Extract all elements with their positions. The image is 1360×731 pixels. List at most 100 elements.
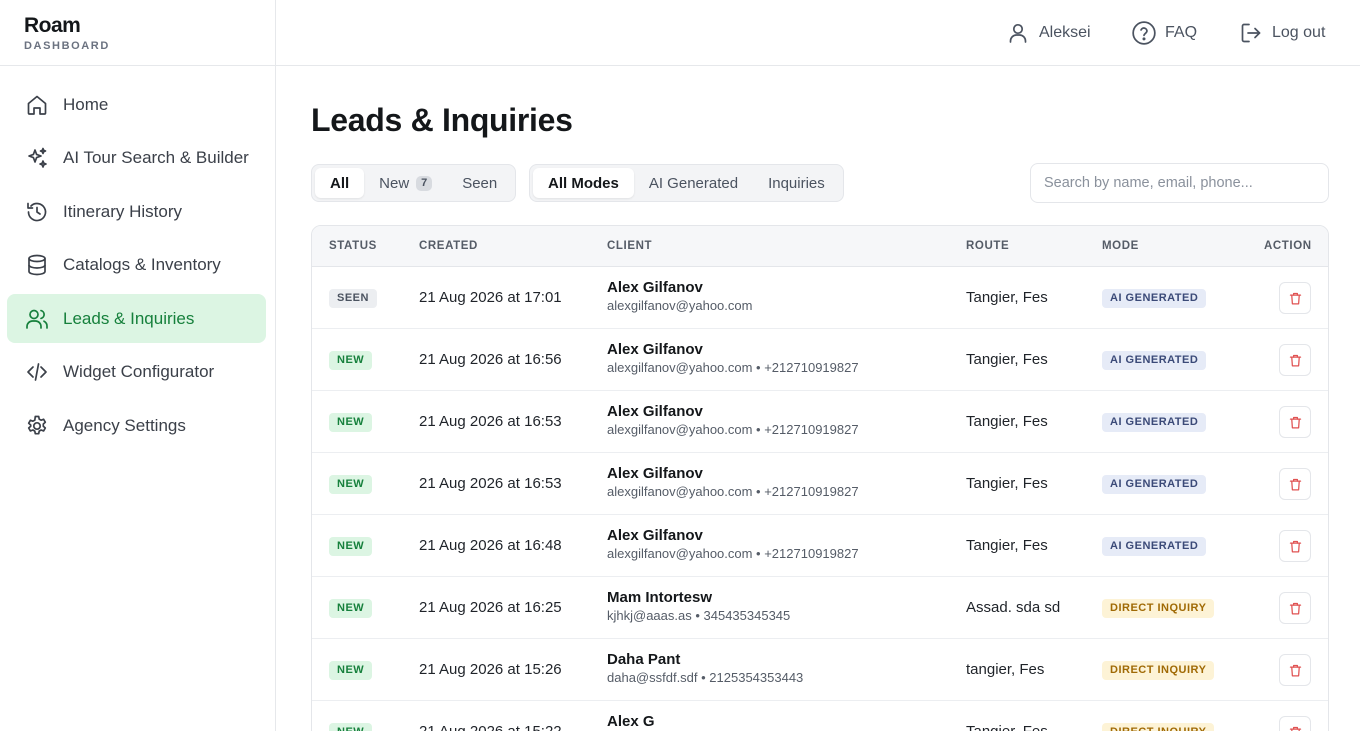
mode-badge: DIRECT INQUIRY [1102, 661, 1215, 680]
header-mode[interactable]: MODE [1102, 240, 1139, 252]
created-date: 21 Aug 2026 at 17:01 [419, 289, 562, 306]
created-date: 21 Aug 2026 at 15:26 [419, 661, 562, 678]
client-name: Alex G [607, 713, 655, 730]
table-row[interactable]: NEW 21 Aug 2026 at 16:53 Alex Gilfanov alex… [312, 391, 1328, 453]
route-cell: Tangier, Fes [966, 351, 1048, 368]
leads-table: STATUS CREATED CLIENT ROUTE MODE ACTION … [311, 225, 1329, 731]
faq-label: FAQ [1165, 24, 1198, 41]
filter-all-modes[interactable]: All Modes [533, 168, 634, 198]
client-name: Alex Gilfanov [607, 403, 703, 420]
sidebar-item-ai-tour-search[interactable]: AI Tour Search & Builder [7, 134, 266, 183]
trash-icon [1288, 415, 1303, 430]
client-contact: alexgilfanov@yahoo.com • +212710919827 [607, 546, 859, 561]
status-badge: NEW [329, 475, 373, 494]
table-row[interactable]: NEW 21 Aug 2026 at 15:22 Alex G Tangier, Fe… [312, 701, 1328, 731]
user-menu[interactable]: Aleksei [1005, 20, 1091, 46]
filter-new[interactable]: New 7 [364, 168, 447, 198]
client-cell: Alex Gilfanov alexgilfanov@yahoo.com • +2… [607, 527, 859, 561]
route-cell: Tangier, Fes [966, 723, 1048, 731]
database-icon [24, 252, 50, 278]
status-cell: NEW [329, 350, 373, 370]
sidebar-item-agency-settings[interactable]: Agency Settings [7, 401, 266, 450]
trash-icon [1288, 539, 1303, 554]
main-content: Leads & Inquiries All New 7 Seen All Mod… [276, 66, 1360, 731]
filter-ai-generated[interactable]: AI Generated [634, 168, 753, 198]
header-action: ACTION [1264, 240, 1312, 252]
route-cell: Assad. sda sd [966, 599, 1061, 616]
faq-link[interactable]: FAQ [1131, 20, 1197, 46]
filter-inquiries[interactable]: Inquiries [753, 168, 840, 198]
sidebar-nav: Home AI Tour Search & Builder Itinerary … [0, 66, 275, 450]
delete-button[interactable] [1279, 468, 1311, 500]
client-name: Alex Gilfanov [607, 465, 703, 482]
trash-icon [1288, 353, 1303, 368]
delete-button[interactable] [1279, 406, 1311, 438]
home-icon [24, 92, 50, 118]
delete-button[interactable] [1279, 530, 1311, 562]
trash-icon [1288, 477, 1303, 492]
status-cell: NEW [329, 536, 373, 556]
status-badge: NEW [329, 661, 373, 680]
table-row[interactable]: NEW 21 Aug 2026 at 16:53 Alex Gilfanov alex… [312, 453, 1328, 515]
sidebar-item-label: Leads & Inquiries [63, 308, 195, 328]
logout-label: Log out [1272, 24, 1326, 41]
sidebar-item-label: Widget Configurator [63, 362, 215, 381]
table-body: SEEN 21 Aug 2026 at 17:01 Alex Gilfanov ale… [312, 267, 1328, 731]
logout-button[interactable]: Log out [1238, 20, 1325, 46]
mode-badge: DIRECT INQUIRY [1102, 599, 1215, 618]
filter-all[interactable]: All [315, 168, 365, 198]
header-route[interactable]: ROUTE [966, 240, 1009, 252]
sidebar-item-leads[interactable]: Leads & Inquiries [7, 294, 266, 343]
header-client[interactable]: CLIENT [607, 240, 652, 252]
client-name: Alex Gilfanov [607, 341, 703, 358]
delete-button[interactable] [1279, 344, 1311, 376]
mode-cell: AI GENERATED [1102, 288, 1207, 308]
delete-button[interactable] [1279, 654, 1311, 686]
client-cell: Daha Pant daha@ssfdf.sdf • 2125354353443 [607, 651, 803, 685]
delete-button[interactable] [1279, 592, 1311, 624]
status-badge: NEW [329, 351, 373, 370]
status-filter: All New 7 Seen [311, 164, 517, 202]
table-row[interactable]: NEW 21 Aug 2026 at 16:48 Alex Gilfanov alex… [312, 515, 1328, 577]
status-badge: NEW [329, 413, 373, 432]
status-badge: NEW [329, 537, 373, 556]
trash-icon [1288, 725, 1303, 731]
mode-cell: DIRECT INQUIRY [1102, 598, 1215, 618]
status-cell: NEW [329, 598, 373, 618]
sidebar-item-catalogs[interactable]: Catalogs & Inventory [7, 241, 266, 290]
sparkles-icon [24, 145, 50, 171]
client-contact: alexgilfanov@yahoo.com • +212710919827 [607, 360, 859, 375]
header-created[interactable]: CREATED [419, 240, 478, 252]
brand-title: Roam [24, 14, 81, 37]
delete-button[interactable] [1279, 282, 1311, 314]
client-contact: alexgilfanov@yahoo.com [607, 298, 753, 313]
client-name: Alex Gilfanov [607, 279, 703, 296]
status-badge: NEW [329, 723, 373, 731]
mode-cell: AI GENERATED [1102, 412, 1207, 432]
filter-seen[interactable]: Seen [447, 168, 512, 198]
gear-icon [24, 413, 50, 439]
mode-cell: AI GENERATED [1102, 350, 1207, 370]
table-row[interactable]: SEEN 21 Aug 2026 at 17:01 Alex Gilfanov ale… [312, 267, 1328, 329]
mode-badge: AI GENERATED [1102, 289, 1207, 308]
brand[interactable]: Roam DASHBOARD [0, 0, 275, 66]
sidebar-item-home[interactable]: Home [7, 80, 266, 129]
sidebar-item-label: Catalogs & Inventory [63, 255, 221, 274]
client-cell: Alex Gilfanov alexgilfanov@yahoo.com • +2… [607, 341, 859, 375]
client-contact: alexgilfanov@yahoo.com • +212710919827 [607, 422, 859, 437]
route-cell: tangier, Fes [966, 661, 1045, 678]
delete-button[interactable] [1279, 716, 1311, 731]
sidebar-item-widget-configurator[interactable]: Widget Configurator [7, 348, 266, 397]
client-name: Alex Gilfanov [607, 527, 703, 544]
brand-subtitle: DASHBOARD [24, 40, 110, 52]
status-cell: NEW [329, 660, 373, 680]
table-header: STATUS CREATED CLIENT ROUTE MODE ACTION [312, 226, 1328, 267]
page-title: Leads & Inquiries [311, 102, 573, 138]
header-status[interactable]: STATUS [329, 240, 377, 252]
sidebar-item-itinerary-history[interactable]: Itinerary History [7, 187, 266, 236]
table-row[interactable]: NEW 21 Aug 2026 at 16:25 Mam Intortesw kjhk… [312, 577, 1328, 639]
client-cell: Alex Gilfanov alexgilfanov@yahoo.com • +2… [607, 403, 859, 437]
search-input[interactable] [1030, 163, 1329, 203]
table-row[interactable]: NEW 21 Aug 2026 at 16:56 Alex Gilfanov alex… [312, 329, 1328, 391]
table-row[interactable]: NEW 21 Aug 2026 at 15:26 Daha Pant daha@ssf… [312, 639, 1328, 701]
